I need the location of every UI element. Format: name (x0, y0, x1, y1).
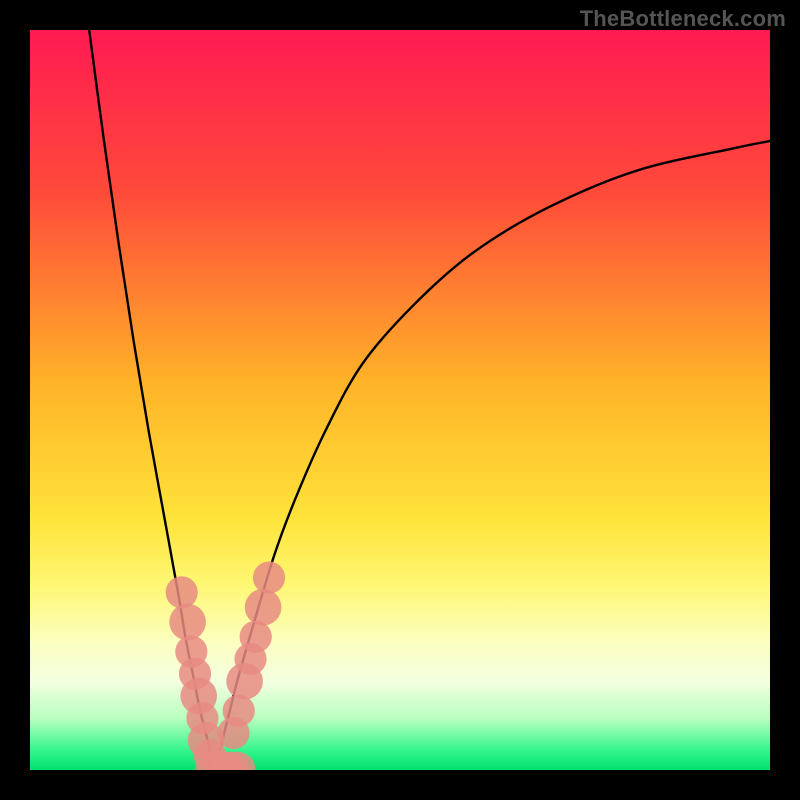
data-marker (245, 589, 282, 626)
data-marker (253, 562, 285, 594)
data-marker (223, 695, 255, 727)
data-marker (166, 576, 198, 608)
right-curve (215, 141, 770, 770)
curves-layer (30, 30, 770, 770)
data-marker (169, 604, 206, 641)
watermark-text: TheBottleneck.com (580, 6, 786, 32)
plot-area (30, 30, 770, 770)
chart-frame: TheBottleneck.com (0, 0, 800, 800)
data-marker (240, 621, 272, 653)
marker-group (166, 562, 286, 771)
